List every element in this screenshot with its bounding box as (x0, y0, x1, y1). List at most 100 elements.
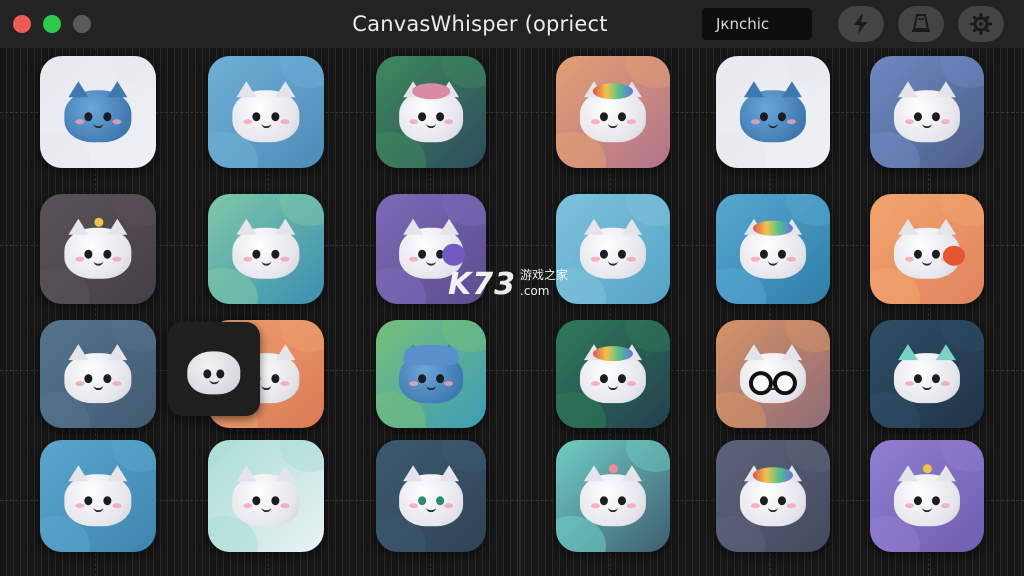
app-icon-tile[interactable] (556, 194, 670, 304)
blush (443, 503, 453, 509)
cat-ear (743, 344, 764, 361)
app-icon-tile[interactable] (376, 56, 486, 168)
cat-ear (897, 81, 918, 98)
cat-face-icon (739, 344, 807, 404)
app-icon-tile[interactable] (870, 440, 984, 552)
eye (418, 249, 427, 259)
eye (599, 249, 608, 259)
eye (913, 249, 922, 259)
cat-face-icon (739, 219, 807, 279)
blush (626, 256, 636, 262)
app-icon-tile[interactable] (716, 194, 830, 304)
cat-ear (107, 81, 128, 98)
eye (932, 249, 941, 259)
blush (111, 119, 121, 125)
cat-face-icon (739, 81, 807, 143)
mouth (260, 258, 271, 266)
app-icon-tile[interactable] (208, 440, 324, 552)
cat-face-icon (893, 464, 961, 527)
cat-face-icon (64, 465, 132, 527)
app-icon-tile[interactable] (208, 56, 324, 168)
cat-ear (936, 344, 957, 361)
lightning-button[interactable] (838, 6, 884, 42)
cat-ear (68, 465, 89, 482)
app-icon-tile[interactable] (716, 320, 830, 428)
app-icon-tile[interactable] (870, 194, 984, 304)
mouth (921, 122, 932, 129)
cat-ear (68, 81, 89, 98)
app-icon-tile[interactable] (556, 320, 670, 428)
hair-decoration (593, 346, 633, 362)
cat-ear (743, 81, 764, 98)
app-icon-tile[interactable] (716, 440, 830, 552)
cat-ear (236, 465, 257, 482)
cat-face-icon (579, 344, 647, 404)
cat-face-icon (893, 81, 961, 143)
blush (279, 503, 289, 509)
mouth (425, 122, 436, 129)
app-icon-tile[interactable] (556, 56, 670, 168)
eye (932, 112, 941, 122)
blush (75, 503, 85, 509)
app-icon-tile[interactable] (716, 56, 830, 168)
horn-decoration (93, 217, 104, 228)
blush (243, 119, 253, 125)
blush (111, 381, 121, 387)
bell-button[interactable] (898, 6, 944, 42)
blush (409, 381, 419, 387)
cat-face-icon (64, 217, 132, 279)
hat-decoration (404, 345, 458, 366)
mouth (92, 383, 103, 391)
mouth (425, 506, 436, 513)
app-icon-tile[interactable] (40, 56, 156, 168)
blush (75, 256, 85, 262)
cat-face-icon (893, 219, 966, 279)
app-icon-tile[interactable] (40, 320, 156, 428)
cat-ear (68, 344, 89, 361)
mouth (767, 258, 778, 266)
eye (271, 374, 280, 384)
app-icon-tile[interactable] (40, 194, 156, 304)
cat-ear (897, 344, 918, 361)
app-icon-tile[interactable] (376, 320, 486, 428)
cat-face-icon (232, 219, 300, 279)
eye (435, 496, 444, 506)
eye (84, 374, 93, 384)
settings-button[interactable] (958, 6, 1004, 42)
blush (750, 119, 760, 125)
app-icon-tile[interactable] (870, 56, 984, 168)
app-icon-tile[interactable] (870, 320, 984, 428)
blush (75, 381, 85, 387)
eye (913, 112, 922, 122)
cat-ear (622, 219, 643, 235)
app-icon-tile[interactable] (40, 440, 156, 552)
mouth (607, 383, 618, 391)
blush (590, 256, 600, 262)
cat-face-icon (579, 464, 647, 527)
eye (84, 112, 93, 122)
blush (409, 503, 419, 509)
app-icon-tile-dark[interactable] (168, 322, 260, 416)
blush (443, 381, 453, 387)
cat-ear (782, 81, 803, 98)
app-icon-tile[interactable] (208, 194, 324, 304)
search-field[interactable]: Jкnchic (702, 8, 812, 40)
eye (252, 112, 261, 122)
blush (111, 503, 121, 509)
blush (75, 119, 85, 125)
app-icon-tile[interactable] (376, 440, 486, 552)
eye (103, 496, 112, 506)
cat-face-icon (399, 465, 463, 527)
cat-ear (936, 81, 957, 98)
mouth (425, 258, 436, 266)
horn-decoration (923, 464, 933, 474)
cat-face-icon (64, 81, 132, 143)
cat-ear (583, 219, 604, 235)
app-icon-tile[interactable] (556, 440, 670, 552)
cat-face-icon (232, 81, 300, 143)
cat-face-icon (739, 465, 807, 527)
eye (913, 496, 922, 506)
bell-icon (912, 14, 930, 32)
divider (519, 48, 521, 576)
cat-face-icon (399, 344, 463, 404)
